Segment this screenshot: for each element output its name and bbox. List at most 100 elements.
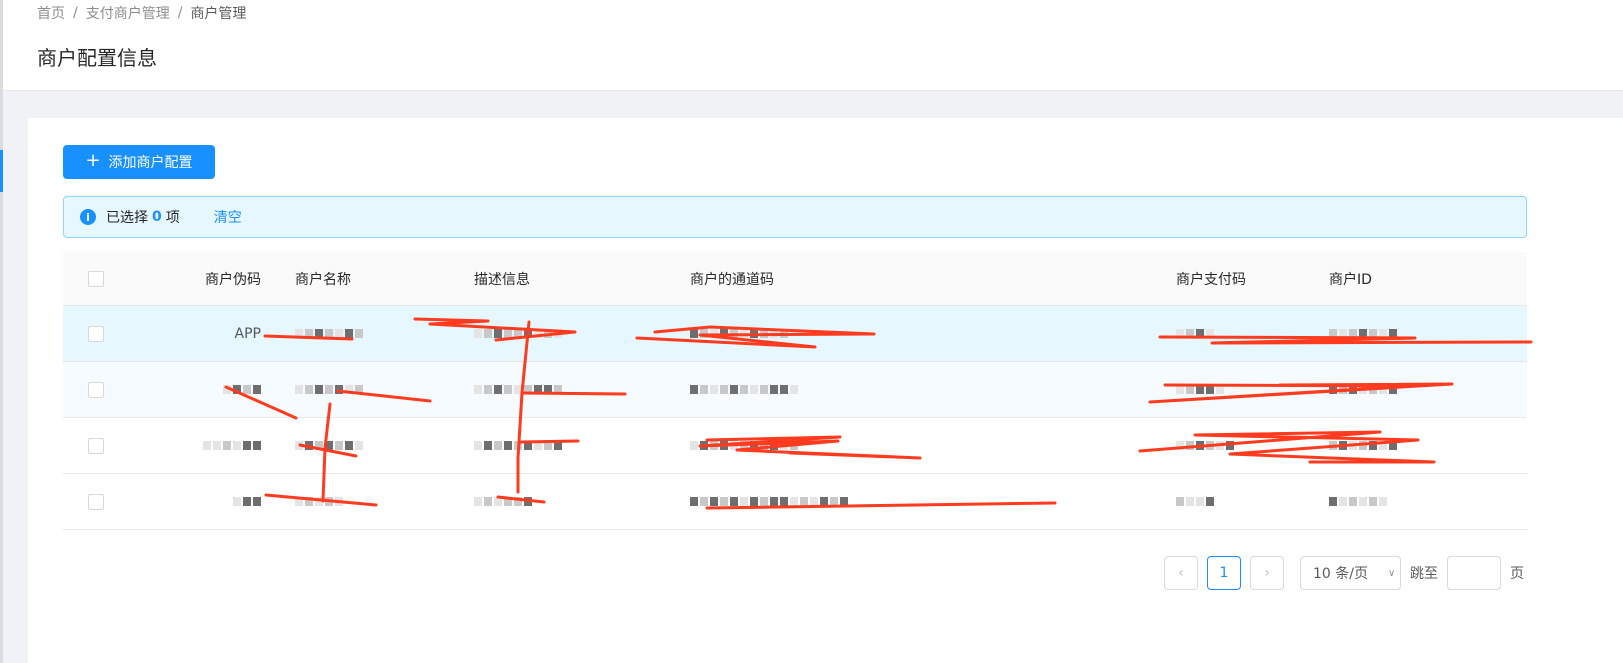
redacted-value (295, 385, 363, 394)
breadcrumb-separator: / (73, 5, 78, 21)
page-title: 商户配置信息 (37, 46, 157, 70)
channel-code-cell (690, 306, 788, 361)
next-page-button[interactable]: › (1250, 556, 1284, 590)
jump-to-page-input[interactable] (1447, 556, 1501, 590)
description-cell (474, 306, 562, 361)
select-all-checkbox[interactable] (88, 270, 104, 287)
redacted-value (474, 385, 562, 394)
redacted-value (1176, 497, 1214, 506)
page-size-select[interactable]: 10 条/页 ∨ (1300, 556, 1401, 590)
redacted-value (690, 385, 798, 394)
content-card: + 添加商户配置 i 已选择 0 项 清空 商户伪码 商户名称 描述信息 商户的… (28, 118, 1623, 663)
pay-code-cell (1176, 306, 1214, 361)
chevron-down-icon: ∨ (1387, 567, 1396, 579)
redacted-value (474, 441, 562, 450)
breadcrumb-home[interactable]: 首页 (37, 3, 65, 23)
breadcrumb-payment-merchant[interactable]: 支付商户管理 (86, 3, 170, 23)
pay-code-cell (1176, 418, 1234, 473)
left-edge (0, 0, 3, 663)
channel-code-cell (690, 474, 848, 529)
chevron-right-icon: › (1264, 565, 1270, 581)
breadcrumb-current: 商户管理 (190, 6, 247, 22)
merchant-name-cell (295, 306, 363, 361)
pagination: ‹ 1 › 10 条/页 ∨ 跳至 页 (28, 556, 1623, 590)
redacted-value (1329, 385, 1397, 394)
page-number-button[interactable]: 1 (1207, 556, 1241, 590)
redacted-value (1176, 329, 1214, 338)
add-merchant-config-label: 添加商户配置 (108, 155, 193, 171)
table-row[interactable] (63, 418, 1527, 474)
prev-page-button[interactable]: ‹ (1164, 556, 1198, 590)
row-checkbox[interactable] (88, 381, 104, 398)
add-merchant-config-button[interactable]: + 添加商户配置 (63, 145, 215, 179)
merchant-code-cell: APP (234, 325, 261, 342)
row-checkbox[interactable] (88, 325, 104, 342)
plus-icon: + (85, 150, 101, 171)
redacted-value (233, 497, 261, 506)
redacted-value (295, 497, 343, 506)
column-header-description: 描述信息 (474, 271, 530, 288)
redacted-value (295, 329, 363, 338)
selection-suffix: 项 (165, 210, 180, 226)
row-checkbox[interactable] (88, 437, 104, 454)
description-cell (474, 418, 562, 473)
row-checkbox-cell (88, 418, 104, 473)
redacted-value (1329, 441, 1397, 450)
selection-count: 0 (152, 209, 162, 225)
merchant-table: 商户伪码 商户名称 描述信息 商户的通道码 商户支付码 商户ID APP (63, 252, 1527, 530)
merchant-id-cell (1329, 418, 1397, 473)
row-checkbox-cell (88, 306, 104, 361)
jump-to-label: 跳至 (1410, 566, 1438, 582)
column-header-merchant-name: 商户名称 (295, 271, 351, 288)
merchant-id-cell (1329, 306, 1397, 361)
channel-code-cell (690, 418, 798, 473)
redacted-value (295, 441, 363, 450)
merchant-name-cell (295, 362, 363, 417)
page-size-value: 10 条/页 (1313, 566, 1368, 582)
description-cell (474, 362, 562, 417)
merchant-code-cell (173, 362, 261, 417)
table-row[interactable] (63, 362, 1527, 418)
description-cell (474, 474, 532, 529)
redacted-value (1176, 385, 1224, 394)
column-header-channel-code: 商户的通道码 (690, 271, 774, 288)
redacted-value (1176, 441, 1234, 450)
redacted-value (474, 329, 562, 338)
clear-selection-link[interactable]: 清空 (214, 207, 242, 227)
redacted-value (474, 497, 532, 506)
row-checkbox-cell (88, 362, 104, 417)
redacted-value (203, 441, 261, 450)
merchant-id-cell (1329, 362, 1397, 417)
column-header-merchant-code: 商户伪码 (205, 271, 261, 288)
table-row[interactable] (63, 474, 1527, 530)
merchant-name-cell (295, 474, 343, 529)
merchant-code-cell (173, 418, 261, 473)
pay-code-cell (1176, 362, 1224, 417)
redacted-value (690, 329, 788, 338)
merchant-name-cell (295, 418, 363, 473)
redacted-value (1329, 329, 1397, 338)
redacted-value (690, 497, 848, 506)
row-checkbox[interactable] (88, 493, 104, 510)
table-header: 商户伪码 商户名称 描述信息 商户的通道码 商户支付码 商户ID (63, 252, 1527, 306)
chevron-left-icon: ‹ (1178, 565, 1184, 581)
sidebar-active-indicator (0, 150, 3, 192)
merchant-id-cell (1329, 474, 1387, 529)
header-checkbox-cell (88, 252, 104, 305)
row-checkbox-cell (88, 474, 104, 529)
redacted-value (1329, 497, 1387, 506)
info-icon: i (80, 209, 96, 225)
column-header-pay-code: 商户支付码 (1176, 271, 1246, 288)
column-header-merchant-id: 商户ID (1329, 271, 1372, 288)
selection-alert: i 已选择 0 项 清空 (63, 196, 1527, 238)
breadcrumb-separator: / (177, 5, 183, 21)
table-row[interactable]: APP (63, 306, 1527, 362)
redacted-value (690, 441, 798, 450)
merchant-code-cell (173, 474, 261, 529)
redacted-value (223, 385, 261, 394)
channel-code-cell (690, 362, 798, 417)
pay-code-cell (1176, 474, 1214, 529)
selection-prefix: 已选择 (106, 210, 148, 226)
page-header: 首页 / 支付商户管理 / 商户管理 商户配置信息 (3, 0, 1623, 91)
page-label: 页 (1510, 566, 1524, 582)
